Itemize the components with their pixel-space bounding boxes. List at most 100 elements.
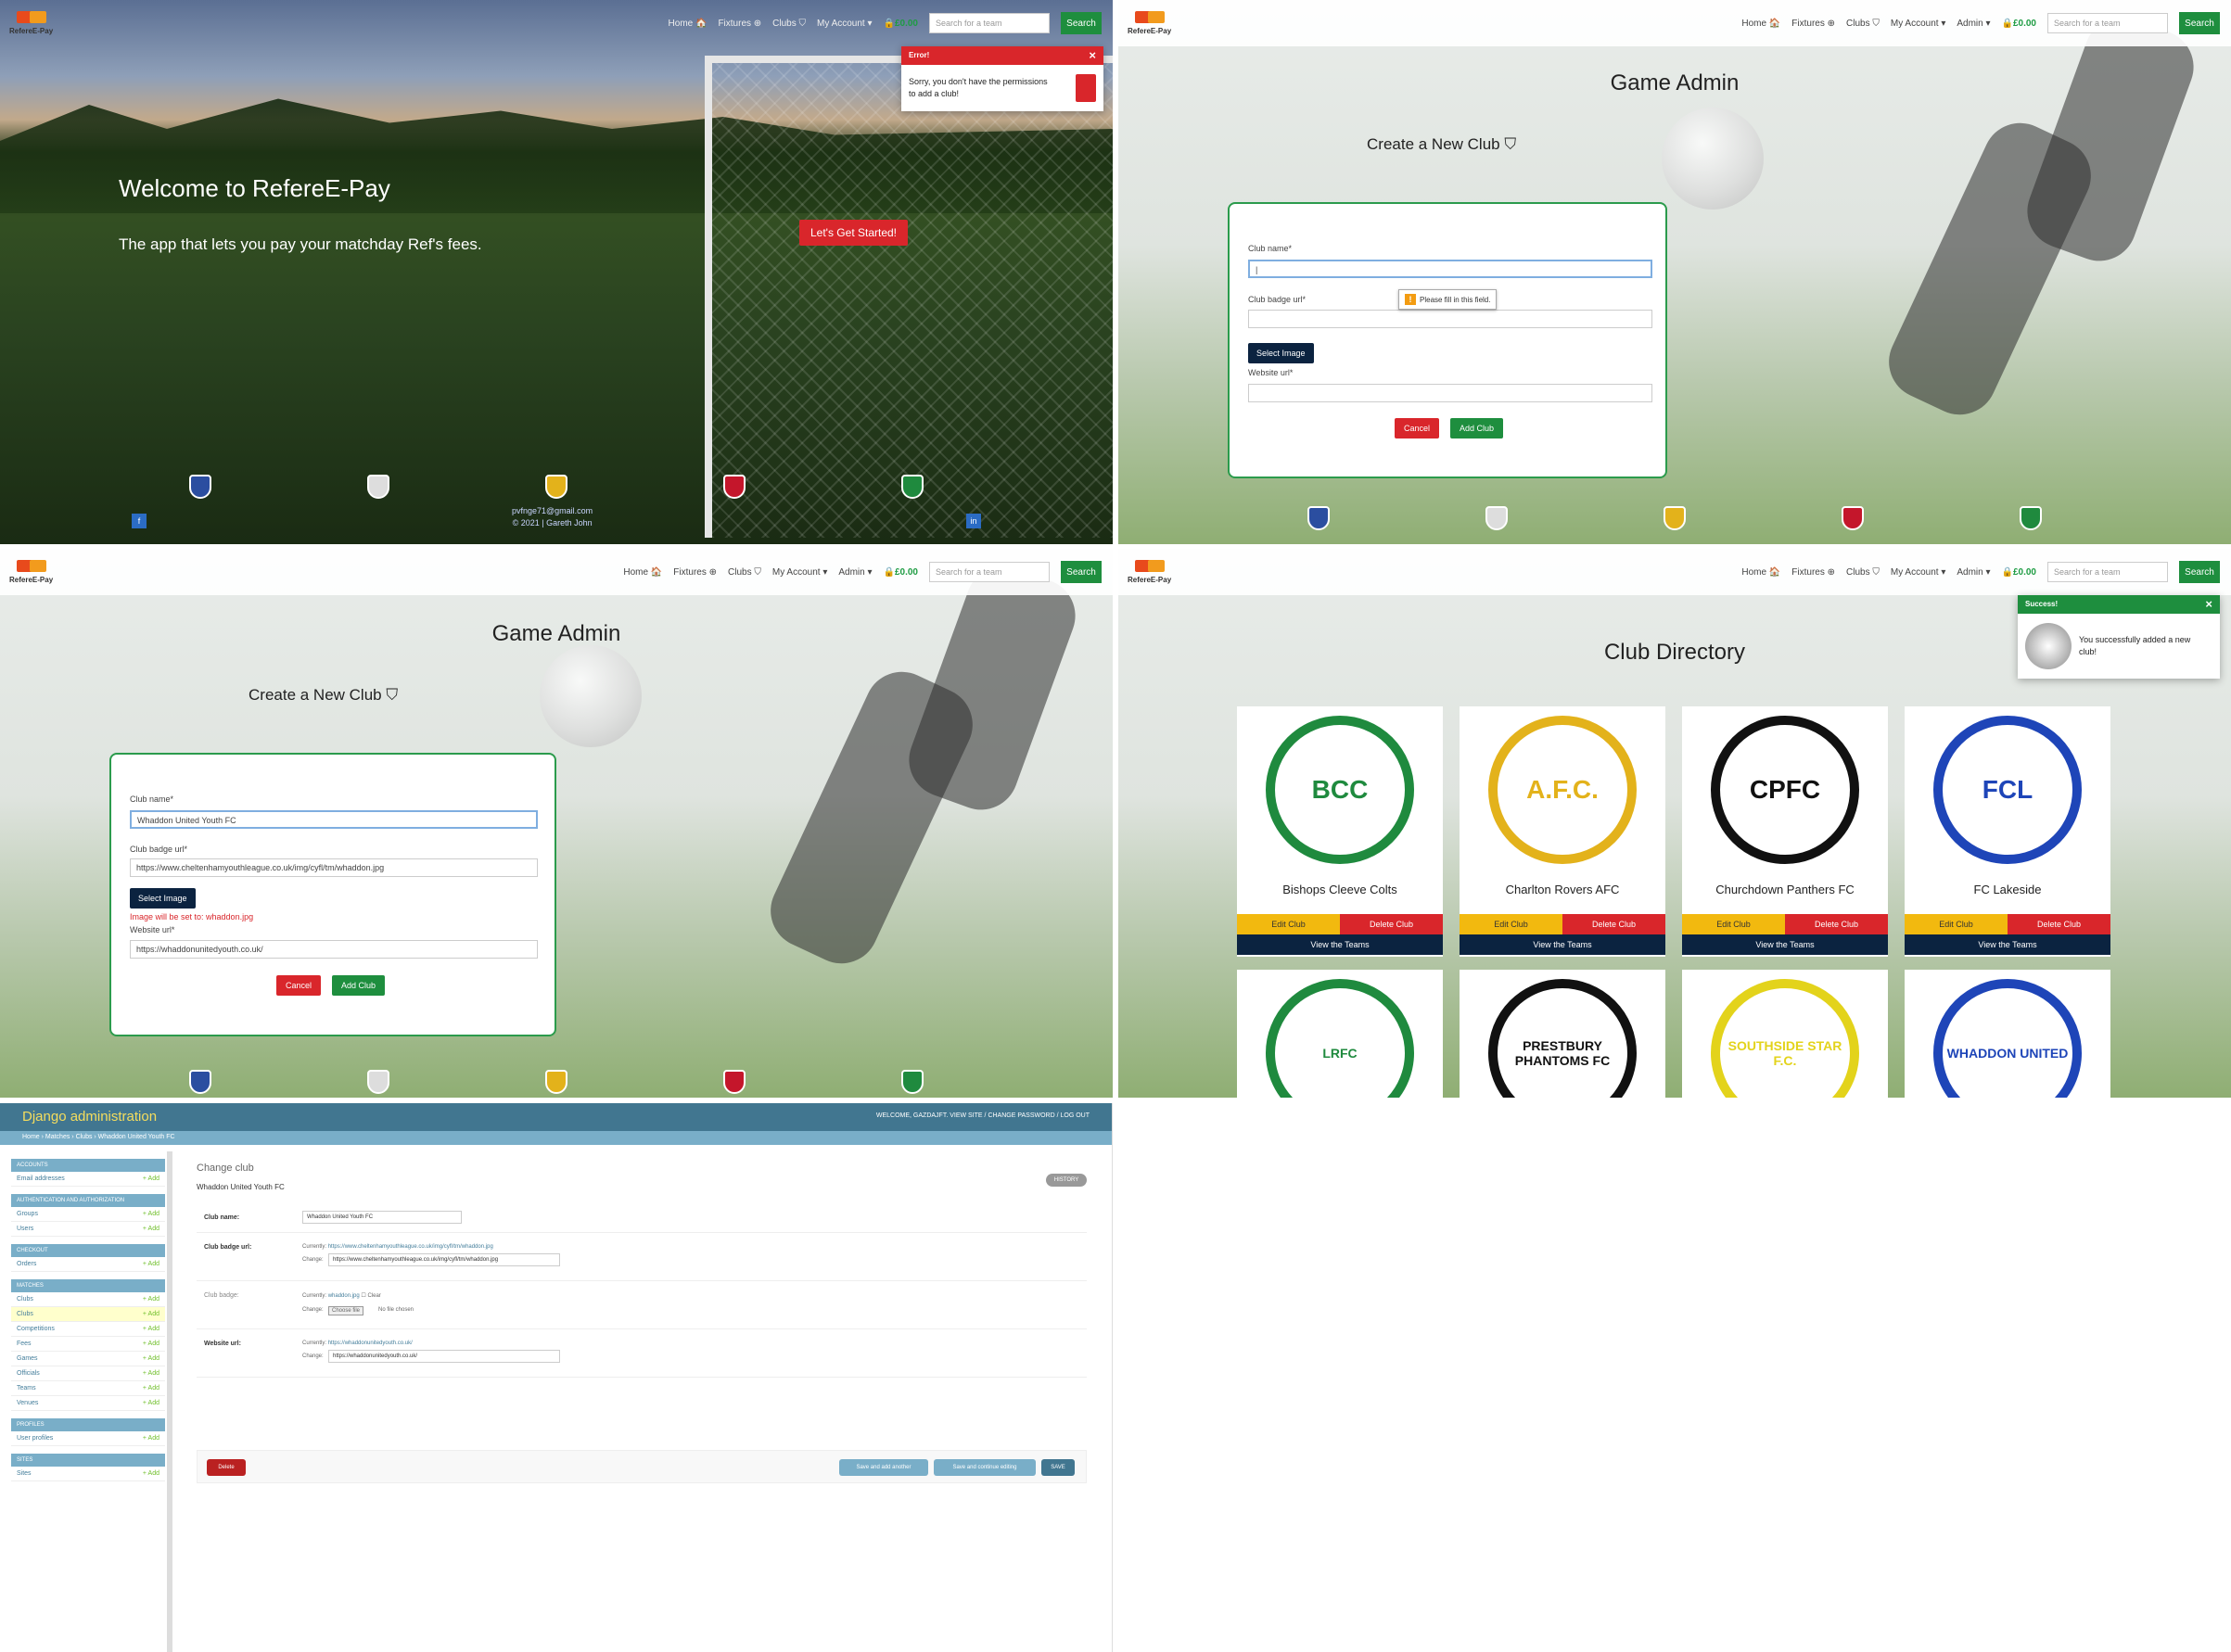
badge-url-link[interactable]: https://www.cheltenhamyouthleague.co.uk/… — [328, 1244, 493, 1250]
nav-clubs[interactable]: Clubs ⛉ — [772, 19, 806, 29]
ireland-badge-icon[interactable] — [901, 475, 924, 499]
nav-home[interactable]: Home 🏠 — [669, 19, 708, 29]
linkedin-icon[interactable]: in — [966, 514, 981, 528]
refere-pay-logo[interactable]: RefereE-Pay — [1128, 558, 1183, 588]
sidebar-model-link[interactable]: Groups — [17, 1211, 38, 1217]
sidebar-model-link[interactable]: Users — [17, 1226, 33, 1232]
scotland-badge-icon[interactable] — [1664, 506, 1686, 530]
search-button[interactable]: Search — [2179, 561, 2220, 583]
add-link[interactable]: + Add — [143, 1311, 159, 1317]
nav-fixtures[interactable]: Fixtures ⊕ — [673, 567, 717, 578]
sidebar-section-caption[interactable]: Profiles — [11, 1418, 165, 1431]
england-badge-icon[interactable] — [189, 475, 211, 499]
nav-clubs[interactable]: Clubs ⛉ — [728, 567, 761, 578]
nav-fixtures[interactable]: Fixtures ⊕ — [1791, 567, 1835, 578]
search-input[interactable]: Search for a team — [929, 13, 1050, 33]
website-link[interactable]: https://whaddonunitedyouth.co.uk/ — [328, 1341, 413, 1346]
django-brand[interactable]: Django administration — [22, 1109, 157, 1125]
sidebar-model-link[interactable]: Venues — [17, 1400, 38, 1406]
nav-fixtures[interactable]: Fixtures ⊕ — [1791, 19, 1835, 29]
sidebar-model-link[interactable]: Officials — [17, 1370, 40, 1377]
add-link[interactable]: + Add — [143, 1470, 159, 1477]
cancel-button[interactable]: Cancel — [276, 975, 322, 996]
nav-home[interactable]: Home 🏠 — [623, 567, 662, 578]
delete-club-button[interactable]: Delete Club — [1562, 914, 1665, 934]
get-started-button[interactable]: Let's Get Started! — [799, 220, 909, 246]
add-link[interactable]: + Add — [143, 1226, 159, 1232]
club-name-input[interactable]: Whaddon United Youth FC — [302, 1211, 462, 1224]
delete-club-button[interactable]: Delete Club — [1340, 914, 1443, 934]
add-link[interactable]: + Add — [143, 1370, 159, 1377]
choose-file-button[interactable]: Choose file — [328, 1306, 364, 1315]
ireland-badge-icon[interactable] — [2020, 506, 2042, 530]
nav-account[interactable]: My Account ▾ — [772, 567, 828, 578]
user-tools[interactable]: WELCOME, GAZDAJFT. VIEW SITE / CHANGE PA… — [876, 1112, 1090, 1119]
cart-total[interactable]: 🔒£0.00 — [2002, 567, 2036, 578]
select-image-button[interactable]: Select Image — [130, 888, 196, 909]
nav-clubs[interactable]: Clubs ⛉ — [1846, 567, 1880, 578]
cart-total[interactable]: 🔒£0.00 — [884, 567, 918, 578]
club-name-input[interactable]: | — [1248, 260, 1652, 278]
club-badge-input[interactable]: https://www.cheltenhamyouthleague.co.uk/… — [130, 858, 538, 877]
sidebar-model-link[interactable]: Email addresses — [17, 1175, 65, 1182]
delete-button[interactable]: Delete — [207, 1459, 246, 1476]
northern-ireland-badge-icon[interactable] — [367, 475, 389, 499]
sidebar-scrollbar[interactable] — [167, 1151, 172, 1652]
sidebar-section-caption[interactable]: Authentication and Authorization — [11, 1194, 165, 1207]
wales-badge-icon[interactable] — [723, 475, 746, 499]
website-input[interactable]: https://whaddonunitedyouth.co.uk/ — [328, 1350, 560, 1363]
view-teams-button[interactable]: View the Teams — [1682, 934, 1888, 955]
nav-fixtures[interactable]: Fixtures ⊕ — [718, 19, 761, 29]
nav-home[interactable]: Home 🏠 — [1741, 19, 1780, 29]
edit-club-button[interactable]: Edit Club — [1237, 914, 1340, 934]
sidebar-model-link[interactable]: Fees — [17, 1341, 32, 1347]
scotland-badge-icon[interactable] — [545, 1070, 567, 1094]
badge-url-input[interactable]: https://www.cheltenhamyouthleague.co.uk/… — [328, 1253, 560, 1266]
sidebar-model-link[interactable]: Clubs — [17, 1311, 33, 1317]
sidebar-section-caption[interactable]: Checkout — [11, 1244, 165, 1257]
northern-ireland-badge-icon[interactable] — [1485, 506, 1508, 530]
website-input[interactable] — [1248, 384, 1652, 402]
sidebar-model-link[interactable]: Teams — [17, 1385, 36, 1391]
view-teams-button[interactable]: View the Teams — [1905, 934, 2110, 955]
search-input[interactable]: Search for a team — [2047, 562, 2168, 582]
select-image-button[interactable]: Select Image — [1248, 343, 1314, 363]
sidebar-model-link[interactable]: Competitions — [17, 1326, 55, 1332]
view-teams-button[interactable]: View the Teams — [1237, 934, 1443, 955]
nav-admin[interactable]: Admin ▾ — [838, 567, 872, 578]
sidebar-section-caption[interactable]: Sites — [11, 1454, 165, 1467]
sidebar-model-link[interactable]: Clubs — [17, 1296, 33, 1303]
edit-club-button[interactable]: Edit Club — [1460, 914, 1562, 934]
add-link[interactable]: + Add — [143, 1326, 159, 1332]
add-club-button[interactable]: Add Club — [332, 975, 386, 996]
facebook-icon[interactable]: f — [132, 514, 147, 528]
website-input[interactable]: https://whaddonunitedyouth.co.uk/ — [130, 940, 538, 959]
club-name-input[interactable]: Whaddon United Youth FC — [130, 810, 538, 829]
england-badge-icon[interactable] — [189, 1070, 211, 1094]
search-button[interactable]: Search — [2179, 12, 2220, 34]
close-icon[interactable]: × — [2205, 597, 2212, 611]
sidebar-section-caption[interactable]: Accounts — [11, 1159, 165, 1172]
search-input[interactable]: Search for a team — [929, 562, 1050, 582]
add-link[interactable]: + Add — [143, 1175, 159, 1182]
scotland-badge-icon[interactable] — [545, 475, 567, 499]
delete-club-button[interactable]: Delete Club — [2008, 914, 2110, 934]
nav-account[interactable]: My Account ▾ — [1891, 567, 1946, 578]
refere-pay-logo[interactable]: RefereE-Pay — [1128, 9, 1183, 39]
nav-home[interactable]: Home 🏠 — [1741, 567, 1780, 578]
nav-account[interactable]: My Account ▾ — [817, 19, 873, 29]
add-link[interactable]: + Add — [143, 1355, 159, 1362]
ireland-badge-icon[interactable] — [901, 1070, 924, 1094]
add-link[interactable]: + Add — [143, 1211, 159, 1217]
add-link[interactable]: + Add — [143, 1435, 159, 1442]
save-continue-button[interactable]: Save and continue editing — [934, 1459, 1036, 1476]
refere-pay-logo[interactable]: RefereE-Pay — [9, 9, 65, 39]
nav-admin[interactable]: Admin ▾ — [1957, 19, 1990, 29]
cart-total[interactable]: 🔒£0.00 — [884, 19, 918, 29]
cancel-button[interactable]: Cancel — [1395, 418, 1440, 438]
sidebar-model-link[interactable]: Orders — [17, 1261, 36, 1267]
sidebar-section-caption[interactable]: Matches — [11, 1279, 165, 1292]
footer-email[interactable]: pvfnge71@gmail.com — [512, 505, 593, 517]
search-button[interactable]: Search — [1061, 12, 1102, 34]
nav-clubs[interactable]: Clubs ⛉ — [1846, 19, 1880, 29]
